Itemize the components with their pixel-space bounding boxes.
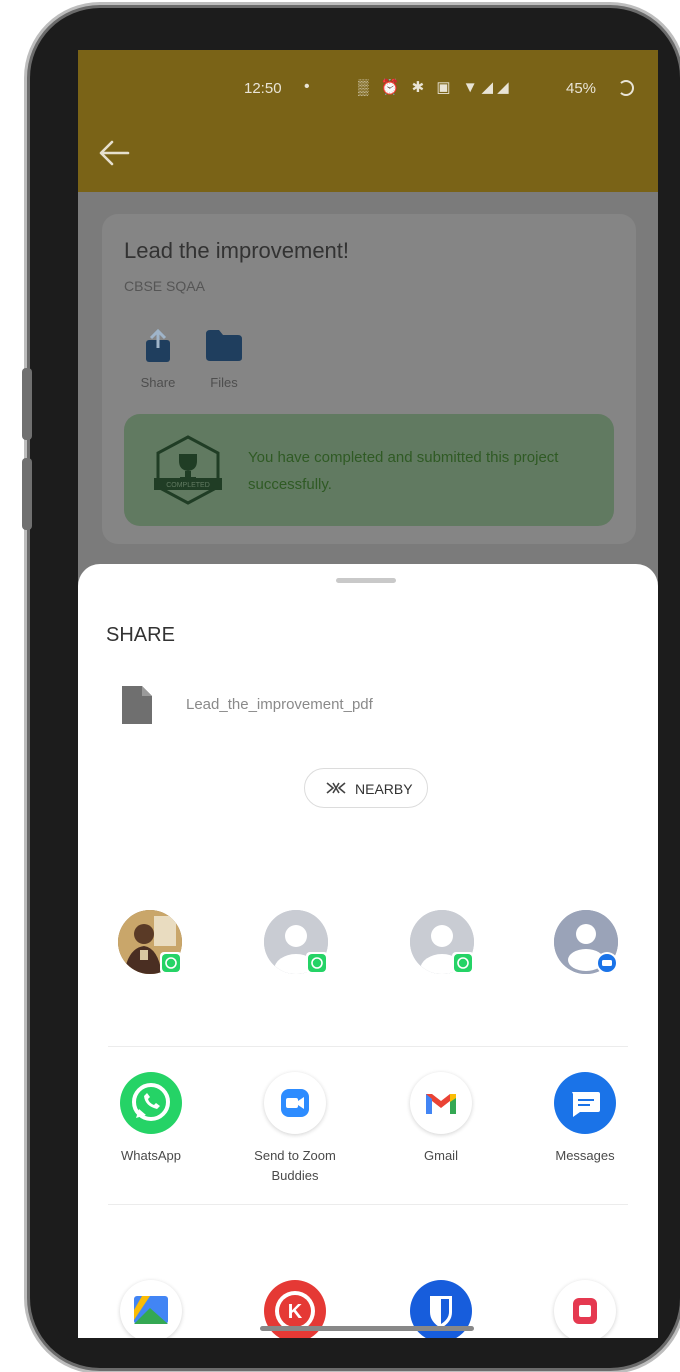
app-red[interactable]: [520, 1280, 650, 1338]
battery-percent: 45%: [566, 80, 597, 97]
svg-text:K: K: [288, 1301, 303, 1323]
whatsapp-icon: [120, 1072, 182, 1134]
share-action[interactable]: Share: [128, 328, 188, 390]
whatsapp-badge-icon: [306, 952, 328, 974]
project-card: Lead the improvement! CBSE SQAA Share Fi…: [102, 214, 636, 544]
app-whatsapp[interactable]: WhatsApp: [86, 1072, 216, 1166]
share-title: SHARE: [106, 624, 175, 646]
completion-message: You have completed and submitted this pr…: [248, 449, 559, 493]
project-title: Lead the improvement!: [124, 238, 350, 263]
nearby-icon: [326, 782, 346, 794]
divider: [108, 1046, 628, 1047]
project-content: Lead the improvement! CBSE SQAA Share Fi…: [78, 192, 658, 592]
back-arrow-icon[interactable]: [98, 138, 130, 168]
status-bar: 12:50 • ▒ ⏰ ✱ ▣ ▼◢◢ 45%: [78, 78, 658, 102]
messages-icon: [554, 1072, 616, 1134]
app-label: Gmail: [424, 1148, 458, 1163]
project-subtitle: CBSE SQAA: [124, 278, 205, 294]
screen: 12:50 • ▒ ⏰ ✱ ▣ ▼◢◢ 45% Lead the improve…: [78, 50, 658, 1338]
gmail-icon: [410, 1072, 472, 1134]
folder-icon: [206, 330, 242, 361]
status-dot: •: [304, 78, 310, 95]
share-action-label: Share: [140, 375, 176, 390]
contact-4[interactable]: [554, 910, 618, 974]
files-action-label: Files: [210, 375, 238, 390]
share-icon: [146, 328, 170, 362]
contact-2[interactable]: [264, 910, 328, 974]
shared-file-name: Lead_the_improvement_pdf: [186, 696, 373, 713]
nearby-share-button[interactable]: NEARBY: [304, 768, 428, 808]
status-time: 12:50: [244, 80, 282, 97]
battery-icon: [618, 80, 634, 96]
contact-1[interactable]: [118, 910, 182, 974]
completion-banner: COMPLETED You have completed and submitt…: [124, 414, 614, 526]
share-sheet: SHARE Lead_the_improvement_pdf NEARBY Wh…: [78, 564, 658, 1338]
app-gmail[interactable]: Gmail: [376, 1072, 506, 1166]
document-icon: [122, 686, 152, 724]
app-label: WhatsApp: [121, 1148, 181, 1163]
badge-text: COMPLETED: [166, 482, 210, 489]
completed-badge-icon: COMPLETED: [154, 435, 222, 505]
whatsapp-badge-icon: [160, 952, 182, 974]
app-bar: 12:50 • ▒ ⏰ ✱ ▣ ▼◢◢ 45%: [78, 50, 658, 192]
nearby-label: NEARBY: [355, 781, 413, 797]
gesture-nav-bar[interactable]: [260, 1326, 474, 1331]
sheet-drag-handle[interactable]: [336, 578, 396, 583]
zoom-icon: [264, 1072, 326, 1134]
messages-badge-icon: [596, 952, 618, 974]
app-label: Messages: [555, 1148, 615, 1163]
contact-3[interactable]: [410, 910, 474, 974]
app-zoom-buddies[interactable]: Send to Zoom Buddies: [230, 1072, 360, 1186]
app-label: Send to Zoom Buddies: [254, 1148, 336, 1183]
whatsapp-badge-icon: [452, 952, 474, 974]
status-icons: ▒ ⏰ ✱ ▣ ▼◢◢: [358, 79, 513, 96]
files-app-icon: [120, 1280, 182, 1338]
app-files[interactable]: [86, 1280, 216, 1338]
divider: [108, 1204, 628, 1205]
volume-down-button: [22, 458, 32, 530]
red-app-icon: [554, 1280, 616, 1338]
volume-up-button: [22, 368, 32, 440]
files-action[interactable]: Files: [194, 328, 254, 390]
app-messages[interactable]: Messages: [520, 1072, 650, 1166]
